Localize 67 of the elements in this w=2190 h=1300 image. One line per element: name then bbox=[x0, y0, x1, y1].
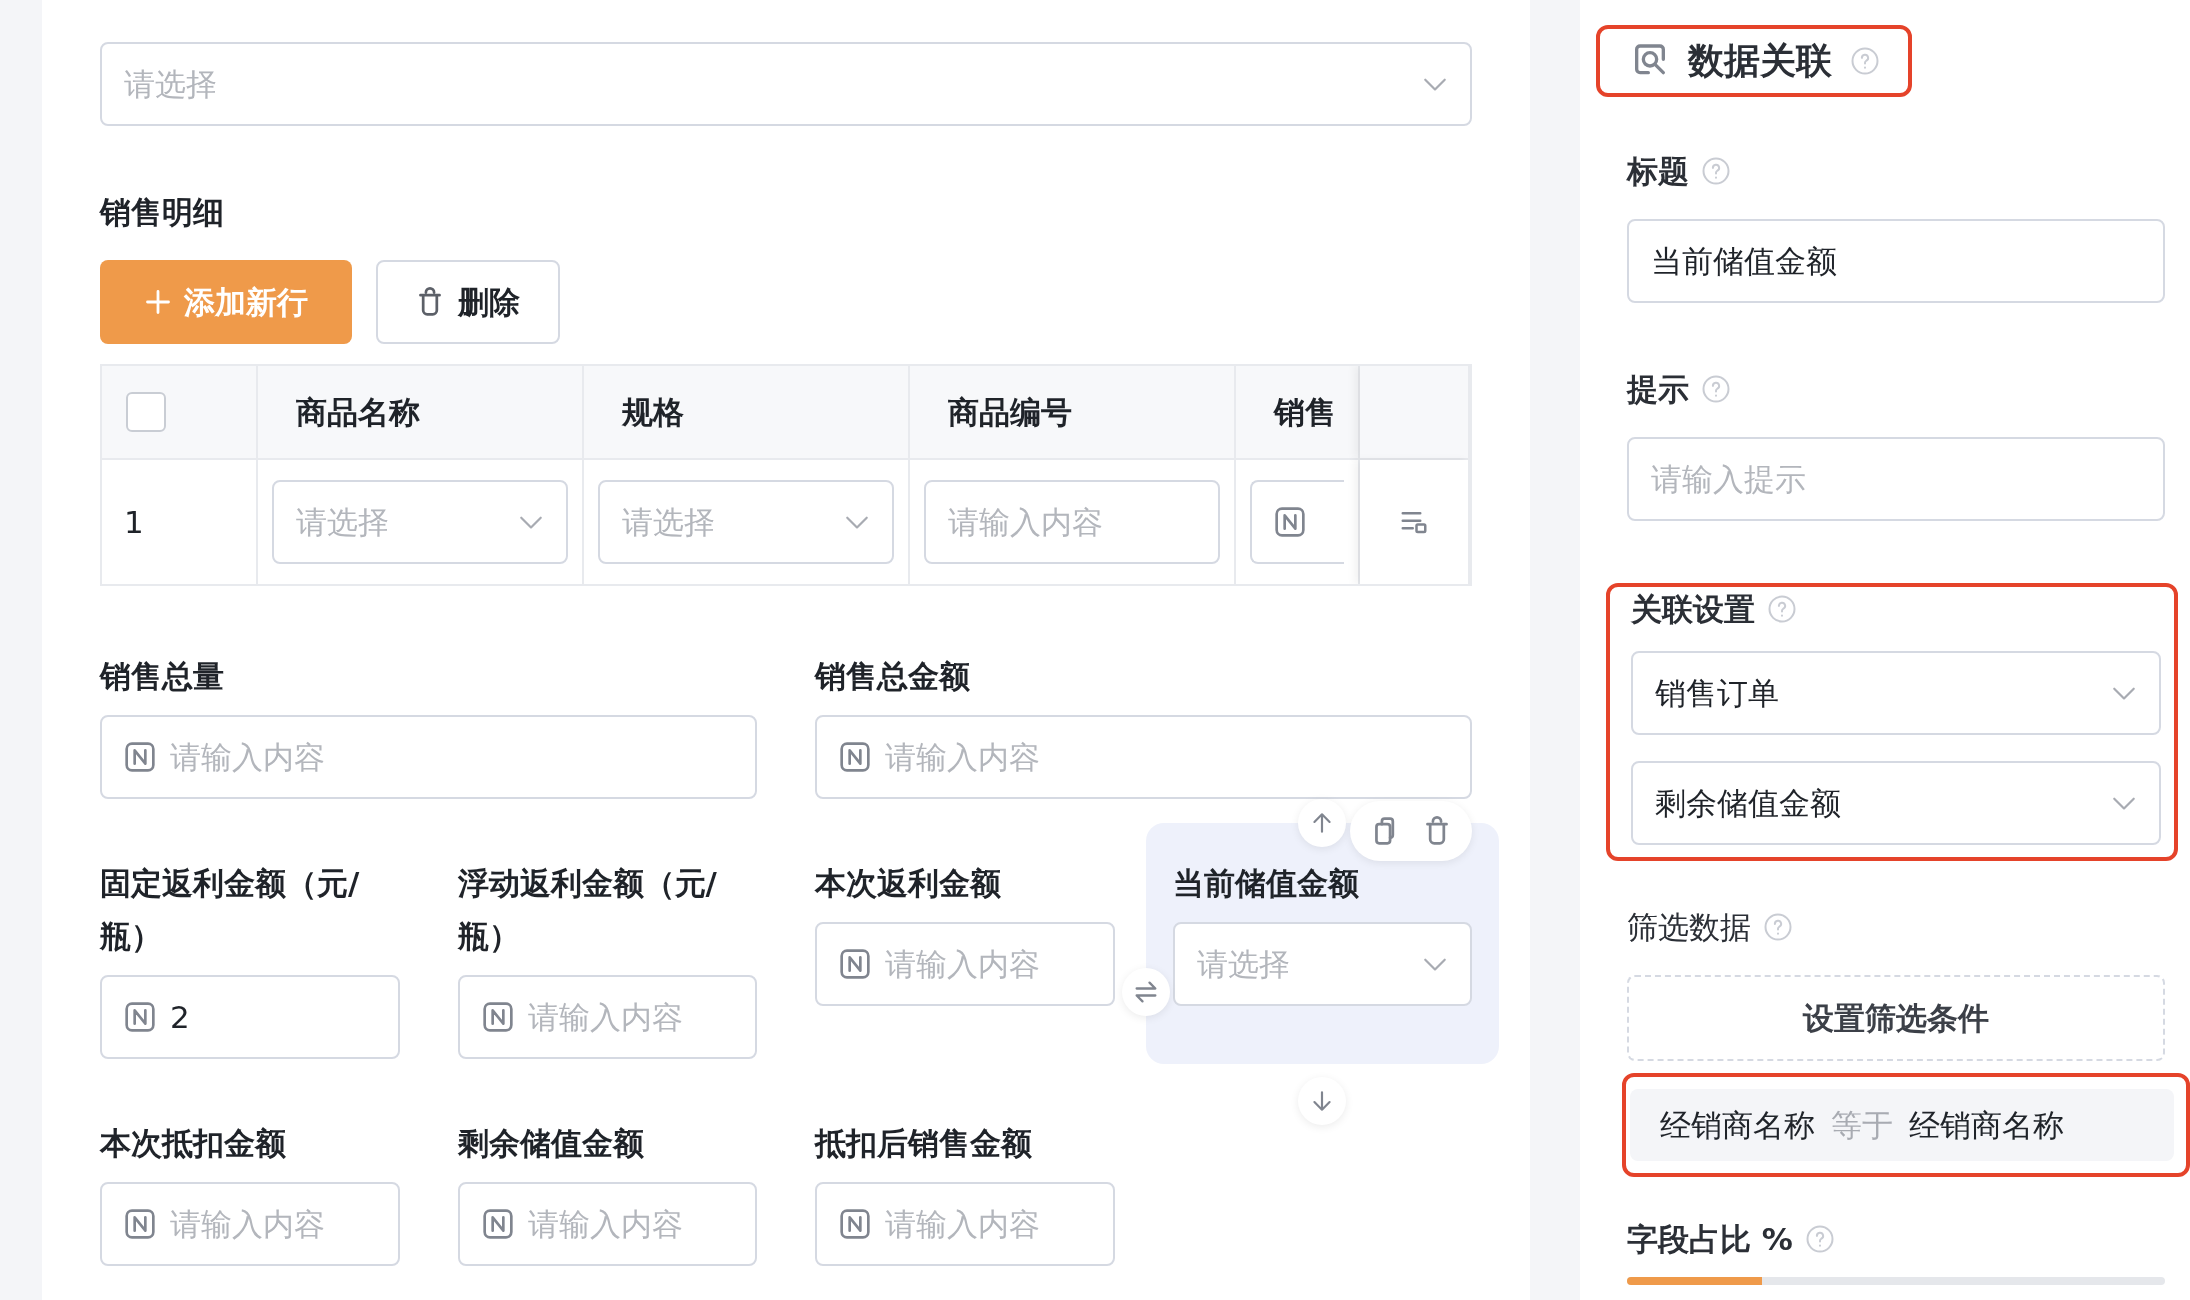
number-icon bbox=[124, 1208, 156, 1240]
select-field[interactable]: 请选择 bbox=[1172, 922, 1472, 1006]
field-label: 当前储值金额 bbox=[1172, 864, 1360, 903]
select-all-checkbox[interactable] bbox=[126, 392, 166, 432]
delete-button[interactable]: 删除 bbox=[376, 260, 560, 344]
number-icon bbox=[124, 1001, 156, 1033]
input-field[interactable]: 请输入内容 bbox=[100, 1182, 400, 1266]
column-header: 销售 bbox=[1274, 392, 1336, 432]
input-field[interactable]: 请输入内容 bbox=[457, 975, 757, 1059]
section-title: 销售明细 bbox=[100, 193, 225, 232]
number-icon bbox=[839, 1208, 871, 1240]
help-icon bbox=[1804, 1224, 1835, 1254]
number-icon bbox=[481, 1001, 514, 1033]
select-field[interactable]: 剩余储值金额 bbox=[1631, 761, 2161, 845]
trash-icon bbox=[416, 287, 444, 317]
help-icon bbox=[1763, 912, 1793, 942]
condition-value: 经销商名称 bbox=[1909, 1105, 2064, 1145]
select-field[interactable]: 请选择 bbox=[598, 480, 894, 564]
number-icon bbox=[1274, 506, 1306, 538]
title-input[interactable]: 当前储值金额 bbox=[1627, 219, 2165, 303]
input-field[interactable] bbox=[1250, 480, 1344, 564]
number-icon bbox=[839, 948, 871, 980]
field-label: 标题 bbox=[1627, 152, 1689, 191]
input-field[interactable]: 2 bbox=[100, 975, 400, 1059]
number-icon bbox=[124, 741, 156, 773]
field-label: 销售总量 bbox=[100, 657, 225, 696]
input-field[interactable]: 请输入内容 bbox=[815, 715, 1472, 799]
field-label: 固定返利金额（元/瓶） bbox=[100, 864, 361, 956]
help-icon bbox=[1701, 374, 1731, 404]
help-icon bbox=[1701, 156, 1731, 186]
move-up-button[interactable] bbox=[1298, 799, 1347, 847]
number-icon bbox=[839, 741, 871, 773]
condition-operator: 等于 bbox=[1831, 1105, 1893, 1145]
select-field[interactable]: 销售订单 bbox=[1631, 651, 2161, 735]
select-field[interactable]: 请选择 bbox=[100, 42, 1472, 126]
ratio-slider[interactable] bbox=[1627, 1277, 2165, 1285]
field-label: 浮动返利金额（元/瓶） bbox=[457, 864, 718, 956]
input-field[interactable]: 请输入内容 bbox=[924, 480, 1220, 564]
input-field[interactable]: 请输入内容 bbox=[100, 715, 757, 799]
input-field[interactable]: 请输入内容 bbox=[815, 922, 1115, 1006]
field-label: 关联设置 bbox=[1631, 590, 1755, 629]
panel-title: 数据关联 bbox=[1688, 39, 1832, 83]
field-label: 筛选数据 bbox=[1627, 908, 1751, 947]
row-number: 1 bbox=[124, 502, 144, 542]
help-icon bbox=[1767, 594, 1797, 624]
filter-conditions-button[interactable]: 设置筛选条件 bbox=[1627, 975, 2165, 1061]
field-label: 销售总金额 bbox=[815, 657, 971, 696]
column-header: 商品编号 bbox=[948, 392, 1072, 432]
column-header: 规格 bbox=[622, 392, 684, 432]
field-label: 本次返利金额 bbox=[815, 864, 1002, 903]
condition-field: 经销商名称 bbox=[1660, 1101, 1815, 1149]
select-field[interactable]: 请选择 bbox=[272, 480, 568, 564]
field-label: 剩余储值金额 bbox=[457, 1124, 645, 1163]
plus-icon bbox=[144, 288, 172, 316]
field-label: 抵扣后销售金额 bbox=[815, 1124, 1033, 1163]
input-field[interactable]: 请输入内容 bbox=[815, 1182, 1115, 1266]
add-row-button[interactable]: 添加新行 bbox=[100, 260, 352, 344]
column-header: 商品名称 bbox=[296, 392, 420, 432]
field-label: 提示 bbox=[1627, 370, 1689, 409]
input-field[interactable]: 请输入内容 bbox=[457, 1182, 757, 1266]
field-label: 本次抵扣金额 bbox=[100, 1124, 287, 1163]
hint-input[interactable]: 请输入提示 bbox=[1627, 437, 2165, 521]
help-icon bbox=[1850, 46, 1880, 76]
swap-button[interactable] bbox=[1121, 968, 1170, 1016]
number-icon bbox=[481, 1208, 514, 1240]
field-label: 字段占比 % bbox=[1627, 1220, 1793, 1259]
selected-field-card[interactable]: 当前储值金额 请选择 bbox=[1145, 823, 1499, 1064]
